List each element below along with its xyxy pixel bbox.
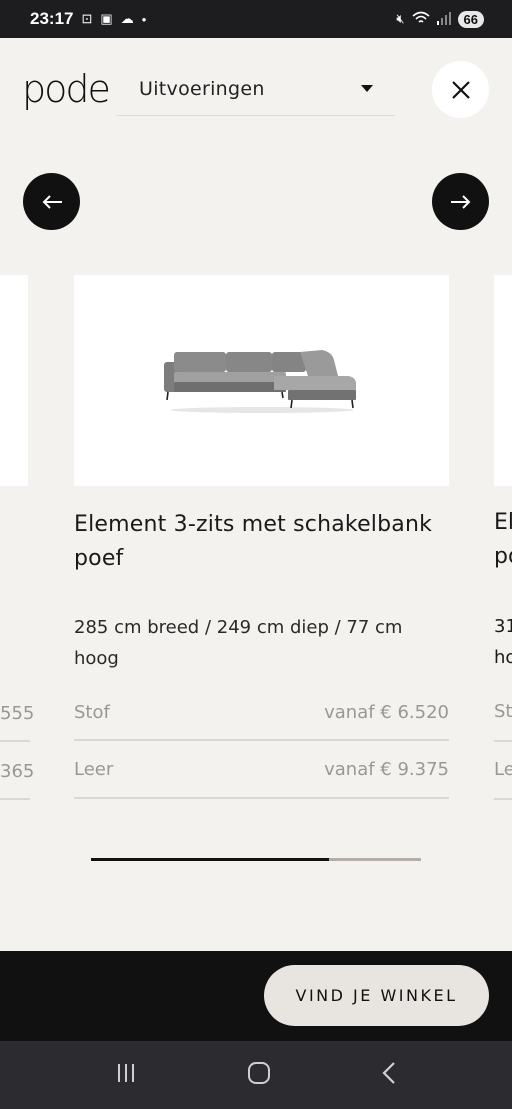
next-card-title-fragment: po xyxy=(494,544,512,569)
status-left: 23:17 ⊡ ▣ ☁ • xyxy=(30,9,146,29)
previous-card-image[interactable] xyxy=(0,275,28,486)
cloud-icon: ☁ xyxy=(120,11,134,26)
status-bar: 23:17 ⊡ ▣ ☁ • 🔇︎ 66 xyxy=(0,0,512,38)
back-icon xyxy=(382,1062,395,1084)
gallery-icon: ▣ xyxy=(100,11,113,26)
close-icon xyxy=(451,80,470,99)
status-time: 23:17 xyxy=(30,9,74,28)
mute-icon: 🔇︎ xyxy=(396,11,405,26)
variant-dropdown-label: Uitvoeringen xyxy=(139,77,265,100)
next-card-title-fragment: El xyxy=(494,510,512,535)
next-card-material-fragment: Le xyxy=(494,759,512,780)
bottom-bar: VIND JE WINKEL xyxy=(0,951,512,1041)
caret-down-icon xyxy=(361,85,373,92)
header: pode Uitvoeringen xyxy=(0,38,512,138)
close-button[interactable] xyxy=(432,61,489,118)
price-value: vanaf € 9.375 xyxy=(324,758,449,780)
wifi-icon xyxy=(412,11,430,28)
brand-logo[interactable]: pode xyxy=(22,70,111,108)
variant-dropdown[interactable]: Uitvoeringen xyxy=(116,62,395,116)
home-icon xyxy=(248,1062,270,1084)
next-card-image[interactable] xyxy=(494,275,512,486)
price-material: Leer xyxy=(74,758,114,780)
divider xyxy=(0,798,30,800)
next-card-material-fragment: St xyxy=(494,701,512,722)
carousel-scrollbar-thumb[interactable] xyxy=(91,858,329,861)
next-button[interactable] xyxy=(432,173,489,230)
find-store-button[interactable]: VIND JE WINKEL xyxy=(264,965,489,1026)
next-card-dims-fragment: 31 xyxy=(494,616,512,637)
arrow-left-icon xyxy=(42,194,62,209)
carousel-scrollbar[interactable] xyxy=(91,858,421,861)
system-navigation-bar xyxy=(0,1041,512,1109)
divider xyxy=(494,740,512,742)
recent-apps-icon xyxy=(118,1064,134,1082)
screenshot-icon: ⊡ xyxy=(81,11,93,26)
price-row-stof: Stof vanaf € 6.520 xyxy=(74,685,449,741)
next-card-dims-fragment: ho xyxy=(494,647,512,668)
product-dimensions: 285 cm breed / 249 cm diep / 77 cm hoog xyxy=(74,617,403,669)
price-value: vanaf € 6.520 xyxy=(324,701,449,723)
arrow-right-icon xyxy=(450,194,470,209)
previous-card-price-leer: 365 xyxy=(0,761,35,782)
divider xyxy=(494,798,512,800)
product-title: Element 3-zits met schakelbank poef xyxy=(74,512,433,571)
price-row-leer: Leer vanaf € 9.375 xyxy=(74,741,449,799)
product-image[interactable] xyxy=(74,275,449,486)
price-material: Stof xyxy=(74,701,110,723)
previous-card-price-stof: 555 xyxy=(0,703,35,724)
product-card[interactable]: Element 3-zits met schakelbank poef 285 … xyxy=(74,275,449,799)
status-right: 🔇︎ 66 xyxy=(396,10,484,28)
sofa-illustration xyxy=(163,349,356,413)
home-button[interactable] xyxy=(247,1061,271,1089)
recent-apps-button[interactable] xyxy=(115,1062,137,1088)
divider xyxy=(0,740,30,742)
price-list: Stof vanaf € 6.520 Leer vanaf € 9.375 xyxy=(74,685,449,799)
back-button[interactable] xyxy=(381,1061,397,1089)
dot-icon: • xyxy=(141,11,147,27)
previous-button[interactable] xyxy=(23,173,80,230)
battery-indicator: 66 xyxy=(457,10,484,28)
signal-icon xyxy=(436,11,451,28)
